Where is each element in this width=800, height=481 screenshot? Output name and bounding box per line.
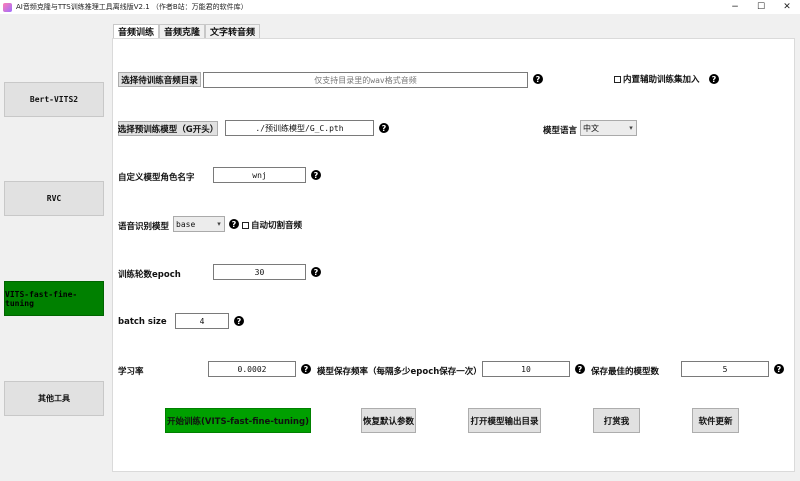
training-panel: 选择待训练音频目录 仅支持目录里的wav格式音频 ? 内置辅助训练集加入 ? 选… bbox=[112, 38, 795, 472]
sidebar-item-rvc[interactable]: RVC bbox=[4, 181, 104, 216]
start-training-button[interactable]: 开始训练(VITS-fast-fine-tuning) bbox=[165, 408, 311, 433]
sidebar-item-vits-fast-fine-tuning[interactable]: VITS-fast-fine-tuning bbox=[4, 281, 104, 316]
model-language-label: 模型语言 bbox=[543, 126, 578, 136]
donate-button[interactable]: 打赏我 bbox=[593, 408, 640, 433]
tab-audio-clone[interactable]: 音频克隆 bbox=[159, 24, 206, 38]
chevron-down-icon: ▾ bbox=[629, 124, 633, 132]
auto-split-label: 自动切割音频 bbox=[251, 221, 303, 231]
window-controls: − ☐ ✕ bbox=[722, 0, 800, 14]
checkbox-icon bbox=[614, 75, 621, 83]
builtin-aux-checkbox[interactable]: 内置辅助训练集加入 bbox=[614, 73, 700, 85]
checkbox-icon bbox=[242, 221, 249, 229]
window-title: AI音频克隆与TTS训练推理工具离线版V2.1 （作者B站：万能君的软件库） bbox=[16, 3, 248, 11]
batch-size-input[interactable]: 4 bbox=[175, 313, 229, 329]
builtin-aux-help-icon[interactable]: ? bbox=[709, 74, 719, 84]
batch-size-label: batch size bbox=[118, 317, 167, 327]
title-bar: AI音频克隆与TTS训练推理工具离线版V2.1 （作者B站：万能君的软件库） −… bbox=[0, 0, 800, 14]
batch-size-help-icon[interactable]: ? bbox=[234, 316, 244, 326]
sidebar: Bert-VITS2 RVC VITS-fast-fine-tuning 其他工… bbox=[0, 14, 110, 481]
epoch-label: 训练轮数epoch bbox=[118, 270, 181, 280]
asr-model-label: 语音识别模型 bbox=[118, 222, 170, 232]
builtin-aux-label: 内置辅助训练集加入 bbox=[623, 75, 700, 85]
asr-model-help-icon[interactable]: ? bbox=[229, 219, 239, 229]
sidebar-item-bert-vits2[interactable]: Bert-VITS2 bbox=[4, 82, 104, 117]
minimize-button[interactable]: − bbox=[722, 0, 748, 14]
chevron-down-icon: ▾ bbox=[217, 220, 221, 228]
role-name-label: 自定义模型角色名字 bbox=[118, 173, 195, 183]
model-path-input[interactable]: ./预训练模型/G_C.pth bbox=[225, 120, 374, 136]
audio-dir-help-icon[interactable]: ? bbox=[533, 74, 543, 84]
keep-best-input[interactable]: 5 bbox=[681, 361, 769, 377]
close-button[interactable]: ✕ bbox=[774, 0, 800, 14]
tab-text-to-audio[interactable]: 文字转音频 bbox=[205, 24, 261, 38]
epoch-input[interactable]: 30 bbox=[213, 264, 306, 280]
app-icon bbox=[3, 2, 12, 12]
audio-dir-input[interactable]: 仅支持目录里的wav格式音频 bbox=[203, 72, 528, 88]
sidebar-item-other-tools[interactable]: 其他工具 bbox=[4, 381, 104, 416]
asr-model-value: base bbox=[176, 219, 196, 229]
save-freq-label: 模型保存频率（每隔多少epoch保存一次） bbox=[317, 367, 482, 377]
asr-model-select[interactable]: base ▾ bbox=[173, 216, 225, 232]
model-language-select[interactable]: 中文 ▾ bbox=[580, 120, 637, 136]
select-audio-dir-button[interactable]: 选择待训练音频目录 bbox=[118, 72, 201, 87]
tab-audio-training[interactable]: 音频训练 bbox=[113, 24, 160, 38]
learning-rate-label: 学习率 bbox=[118, 367, 144, 377]
auto-split-checkbox[interactable]: 自动切割音频 bbox=[242, 219, 302, 231]
keep-best-label: 保存最佳的模型数 bbox=[591, 367, 660, 377]
keep-best-help-icon[interactable]: ? bbox=[774, 364, 784, 374]
open-output-dir-button[interactable]: 打开模型输出目录 bbox=[468, 408, 541, 433]
model-path-help-icon[interactable]: ? bbox=[379, 123, 389, 133]
maximize-button[interactable]: ☐ bbox=[748, 0, 774, 14]
learning-rate-input[interactable]: 0.0002 bbox=[208, 361, 296, 377]
model-language-value: 中文 bbox=[583, 123, 599, 133]
learning-rate-help-icon[interactable]: ? bbox=[301, 364, 311, 374]
restore-defaults-button[interactable]: 恢复默认参数 bbox=[361, 408, 416, 433]
epoch-help-icon[interactable]: ? bbox=[311, 267, 321, 277]
software-update-button[interactable]: 软件更新 bbox=[692, 408, 739, 433]
role-name-input[interactable]: wnj bbox=[213, 167, 306, 183]
save-freq-input[interactable]: 10 bbox=[482, 361, 570, 377]
select-model-button[interactable]: 选择预训练模型（G开头） bbox=[118, 121, 218, 136]
role-name-help-icon[interactable]: ? bbox=[311, 170, 321, 180]
tab-bar: 音频训练 音频克隆 文字转音频 bbox=[113, 24, 261, 38]
save-freq-help-icon[interactable]: ? bbox=[575, 364, 585, 374]
